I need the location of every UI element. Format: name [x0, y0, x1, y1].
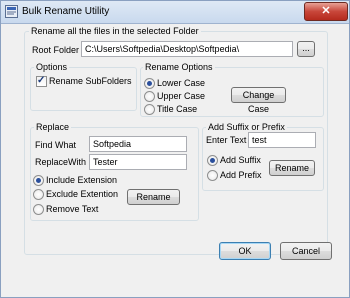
exclude-extension-label: Exclude Extention [46, 189, 119, 199]
rename-subfolders-label: Rename SubFolders [49, 76, 132, 86]
root-folder-input[interactable]: C:\Users\Softpedia\Desktop\Softpedia\ [81, 41, 293, 57]
upper-case-label: Upper Case [157, 91, 206, 101]
browse-button[interactable]: ... [297, 41, 315, 57]
app-icon [5, 5, 18, 18]
add-suffix-label: Add Suffix [220, 155, 261, 165]
close-button[interactable]: ✕ [304, 2, 348, 21]
options-group-label: Options [34, 62, 70, 72]
add-suffix-radio[interactable] [207, 155, 218, 166]
suffix-prefix-group-label: Add Suffix or Prefix [206, 122, 287, 132]
enter-text-label: Enter Text [206, 135, 247, 145]
root-folder-label: Root Folder [32, 45, 80, 55]
change-case-button[interactable]: Change Case [231, 87, 286, 114]
checkmark-icon: ✓ [37, 75, 46, 86]
window-title: Bulk Rename Utility [22, 6, 110, 17]
rename-options-group-label: Rename Options [143, 62, 215, 72]
replace-with-input[interactable]: Tester [89, 154, 187, 170]
title-case-radio[interactable] [144, 104, 155, 115]
include-extension-radio[interactable] [33, 175, 44, 186]
main-group-label: Rename all the files in the selected Fol… [29, 26, 201, 36]
cancel-button[interactable]: Cancel [280, 242, 332, 260]
replace-group-label: Replace [34, 122, 72, 132]
replace-rename-button[interactable]: Rename [127, 189, 180, 205]
suffix-rename-button[interactable]: Rename [269, 160, 315, 176]
find-what-label: Find What [35, 140, 77, 150]
exclude-extension-radio[interactable] [33, 189, 44, 200]
include-extension-label: Include Extension [46, 175, 118, 185]
remove-text-radio[interactable] [33, 204, 44, 215]
find-what-input[interactable]: Softpedia [89, 136, 187, 152]
upper-case-radio[interactable] [144, 91, 155, 102]
replace-with-label: ReplaceWith [35, 157, 87, 167]
title-case-label: Title Case [157, 104, 198, 114]
bulk-rename-window: Bulk Rename Utility ✕ Rename all the fil… [0, 0, 350, 298]
rename-subfolders-checkbox[interactable]: ✓ [36, 75, 47, 87]
remove-text-label: Remove Text [46, 204, 99, 214]
lower-case-radio[interactable] [144, 78, 155, 89]
ok-button[interactable]: OK [219, 242, 271, 260]
enter-text-input[interactable]: test [248, 132, 316, 148]
options-group [30, 67, 137, 111]
lower-case-label: Lower Case [157, 78, 206, 88]
add-prefix-radio[interactable] [207, 170, 218, 181]
add-prefix-label: Add Prefix [220, 170, 262, 180]
close-icon: ✕ [321, 5, 331, 17]
title-bar: Bulk Rename Utility ✕ [1, 1, 349, 24]
